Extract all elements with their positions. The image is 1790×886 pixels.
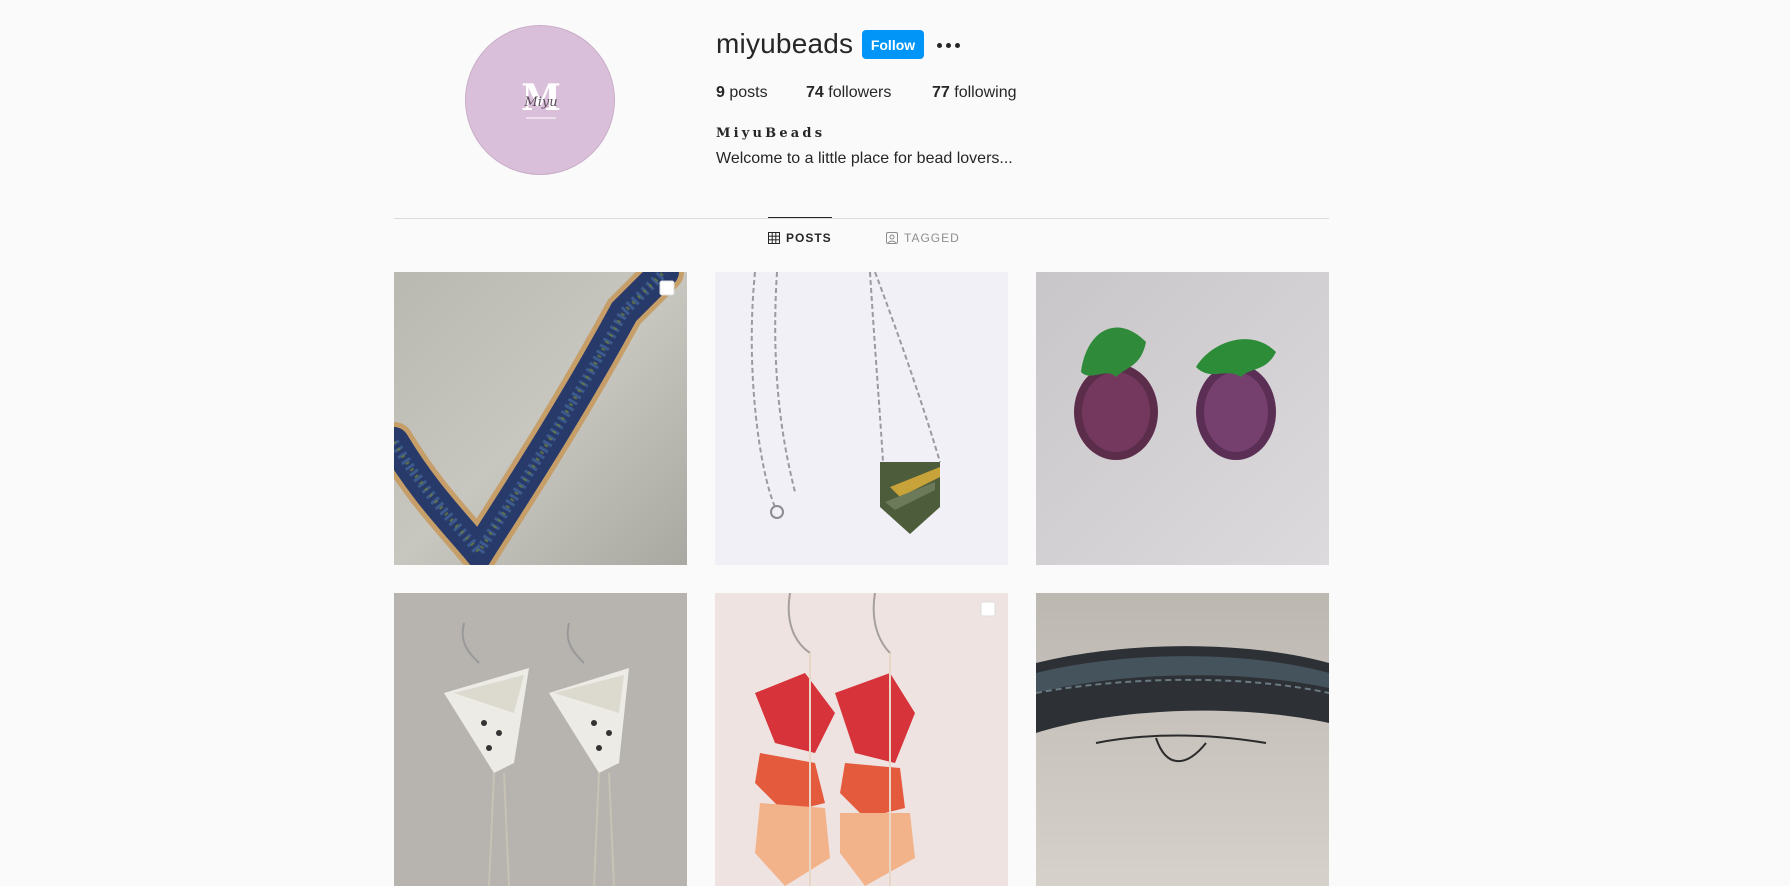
stat-posts-label: posts bbox=[729, 84, 768, 101]
bio-text: Welcome to a little place for bead lover… bbox=[716, 150, 1013, 167]
grid-icon bbox=[768, 232, 780, 244]
tab-posts[interactable]: POSTS bbox=[768, 217, 832, 258]
follow-button[interactable]: Follow bbox=[862, 30, 924, 59]
post-thumbnail[interactable] bbox=[394, 272, 687, 565]
avatar-script: Miyu bbox=[523, 95, 557, 110]
profile-avatar[interactable]: M Miyu bbox=[465, 25, 615, 175]
more-options-icon[interactable] bbox=[935, 32, 963, 58]
tabs-divider bbox=[394, 218, 1329, 219]
post-image bbox=[715, 272, 1008, 565]
stat-following-count: 77 bbox=[932, 84, 950, 101]
post-image bbox=[1036, 593, 1329, 886]
avatar-logo: M Miyu bbox=[521, 77, 561, 119]
post-thumbnail[interactable] bbox=[715, 593, 1008, 886]
tab-tagged-label: TAGGED bbox=[904, 231, 960, 245]
multiple-photos-icon bbox=[659, 280, 675, 296]
stat-followers-label: followers bbox=[828, 84, 892, 101]
stat-followers-count: 74 bbox=[806, 84, 824, 101]
post-image bbox=[394, 272, 687, 565]
stat-posts: 9 posts bbox=[716, 84, 768, 102]
tagged-icon bbox=[886, 232, 898, 244]
stat-posts-count: 9 bbox=[716, 84, 725, 101]
stat-followers[interactable]: 74 followers bbox=[806, 84, 891, 102]
post-image bbox=[394, 593, 687, 886]
tab-posts-label: POSTS bbox=[786, 231, 832, 245]
post-thumbnail[interactable] bbox=[394, 593, 687, 886]
post-image bbox=[1036, 272, 1329, 565]
profile-header: M Miyu miyubeads Follow 9 posts 74 follo… bbox=[0, 0, 1790, 218]
stat-following[interactable]: 77 following bbox=[932, 84, 1017, 102]
profile-username: miyubeads bbox=[716, 28, 854, 59]
post-thumbnail[interactable] bbox=[1036, 272, 1329, 565]
tab-tagged[interactable]: TAGGED bbox=[886, 218, 960, 258]
multiple-photos-icon bbox=[980, 601, 996, 617]
stat-following-label: following bbox=[954, 84, 1017, 101]
post-thumbnail[interactable] bbox=[1036, 593, 1329, 886]
bio-name: MiyuBeads bbox=[716, 126, 826, 141]
post-thumbnail[interactable] bbox=[715, 272, 1008, 565]
post-image bbox=[715, 593, 1008, 886]
